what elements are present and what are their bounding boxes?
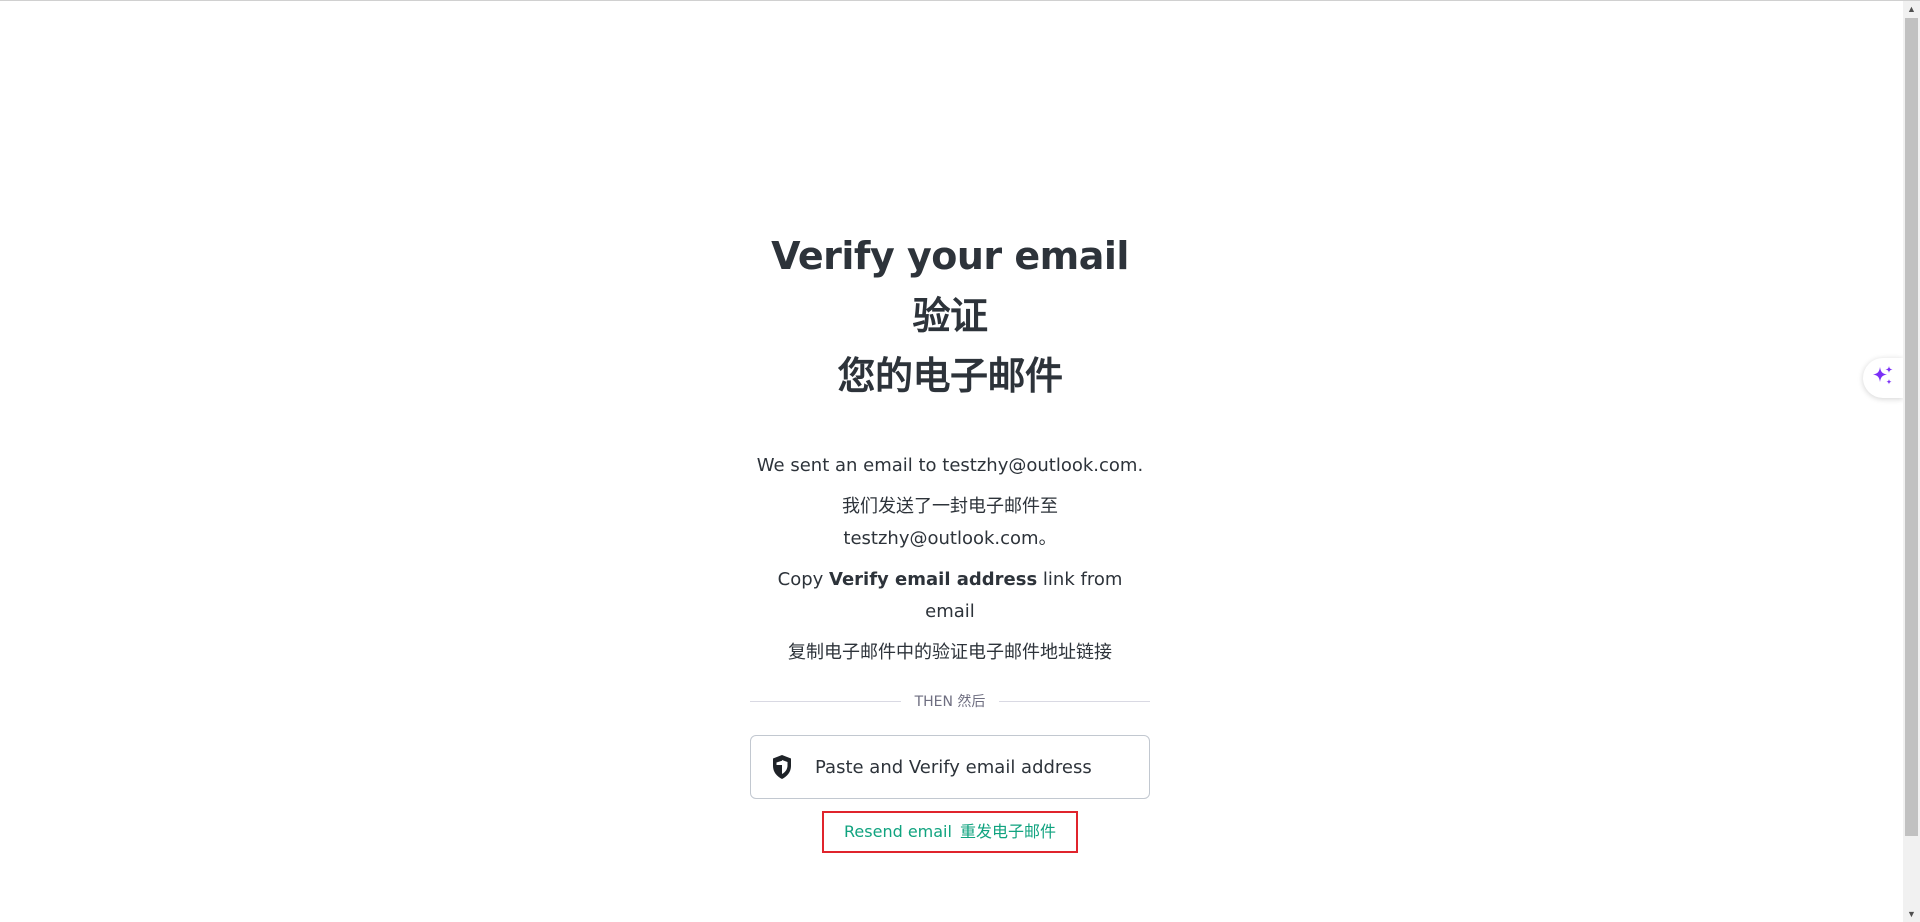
resend-email-link[interactable]: Resend email 重发电子邮件 bbox=[822, 811, 1078, 853]
divider-line-right bbox=[999, 700, 1151, 702]
resend-label-zh: 重发电子邮件 bbox=[959, 822, 1056, 841]
copy-instruction-en: Copy Verify email address link from emai… bbox=[750, 564, 1150, 628]
shield-icon bbox=[771, 754, 793, 780]
sent-message-zh: 我们发送了一封电子邮件至testzhy@outlook.com。 bbox=[842, 496, 1058, 549]
page-title: Verify your email 验证您的电子邮件 bbox=[750, 226, 1150, 406]
copy-instruction-zh: 复制电子邮件中的验证电子邮件地址链接 bbox=[788, 642, 1112, 663]
resend-label-en: Resend email bbox=[844, 822, 952, 841]
divider-line-left bbox=[750, 700, 901, 702]
verify-email-page: Verify your email 验证您的电子邮件 We sent an em… bbox=[0, 0, 1920, 922]
sent-message-en: We sent an email to testzhy@outlook.com. bbox=[756, 455, 1144, 476]
title-line-2: 您的电子邮件 bbox=[837, 354, 1063, 398]
copy-prefix: Copy bbox=[777, 569, 830, 590]
scrollbar-thumb[interactable] bbox=[1905, 18, 1918, 836]
scroll-down-arrow-icon[interactable]: ▼ bbox=[1903, 906, 1920, 922]
copy-bold-link-name: Verify email address bbox=[829, 569, 1038, 590]
paste-and-verify-button[interactable]: Paste and Verify email address bbox=[750, 735, 1150, 799]
paste-button-label: Paste and Verify email address bbox=[815, 756, 1092, 778]
sparkle-icon bbox=[1871, 364, 1895, 393]
verify-email-card: Verify your email 验证您的电子邮件 We sent an em… bbox=[750, 226, 1151, 853]
resend-wrapper: Resend email 重发电子邮件 bbox=[750, 811, 1150, 853]
divider-label: THEN 然后 bbox=[914, 694, 986, 710]
scroll-up-arrow-icon[interactable]: ▲ bbox=[1903, 1, 1920, 18]
vertical-scrollbar[interactable]: ▲ ▼ bbox=[1903, 1, 1920, 922]
instructions: We sent an email to testzhy@outlook.com.… bbox=[750, 450, 1150, 669]
assistant-sparkle-button[interactable] bbox=[1863, 358, 1903, 398]
then-divider: THEN 然后 bbox=[750, 691, 1151, 711]
title-line-1: Verify your email 验证 bbox=[771, 234, 1129, 338]
